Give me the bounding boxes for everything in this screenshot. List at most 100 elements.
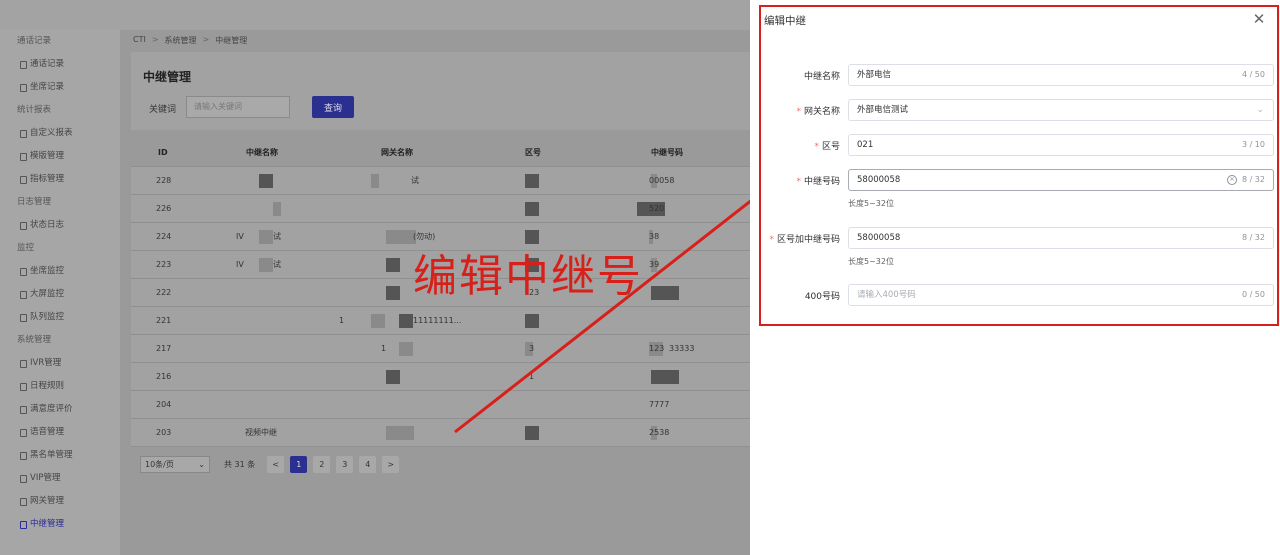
drawer-title: 编辑中继 bbox=[764, 15, 806, 27]
cell-id: 204 bbox=[156, 400, 172, 409]
sidebar-item[interactable]: 满意度评价 bbox=[0, 398, 120, 421]
table-row[interactable]: 216 1 bbox=[131, 363, 750, 391]
document-icon bbox=[20, 83, 27, 92]
query-button[interactable]: 查询 bbox=[312, 96, 354, 118]
sidebar-item[interactable]: VIP管理 bbox=[0, 467, 120, 490]
sidebar-item[interactable]: 模版管理 bbox=[0, 145, 120, 168]
prev-page-button[interactable]: < bbox=[267, 456, 285, 473]
document-icon bbox=[20, 60, 27, 69]
cell-area: 3 bbox=[529, 344, 535, 353]
sidebar-item[interactable]: 中继管理 bbox=[0, 513, 120, 536]
cell-number: 39 bbox=[649, 260, 660, 269]
redacted-block bbox=[371, 314, 385, 328]
text-input[interactable]: 请输入400号码 0 / 50 bbox=[848, 284, 1274, 306]
sidebar-item[interactable]: 大屏监控 bbox=[0, 283, 120, 306]
document-icon bbox=[20, 405, 27, 414]
redacted-block bbox=[371, 174, 379, 188]
sidebar-item[interactable]: 队列监控 bbox=[0, 306, 120, 329]
page-number-button[interactable]: 3 bbox=[336, 456, 354, 473]
cell-number: 123 bbox=[649, 344, 665, 353]
keyword-input[interactable]: 请输入关键词 bbox=[186, 96, 290, 118]
field-value: 58000058 bbox=[857, 175, 901, 185]
sidebar-item[interactable]: 自定义报表 bbox=[0, 122, 120, 145]
breadcrumb-item[interactable]: CTI bbox=[133, 35, 146, 46]
sidebar-item[interactable]: IVR管理 bbox=[0, 352, 120, 375]
sidebar-item[interactable]: 日程规则 bbox=[0, 375, 120, 398]
table-row[interactable]: 203 视频中继 2538 bbox=[131, 419, 750, 447]
field-label: * 区号加中继号码 bbox=[769, 232, 840, 245]
cell-gateway: 11111111... bbox=[413, 316, 462, 325]
page-size-select[interactable]: 10条/页 ⌄ bbox=[140, 456, 210, 473]
document-icon bbox=[20, 129, 27, 138]
text-input[interactable]: 021 3 / 10 bbox=[848, 134, 1274, 156]
document-icon bbox=[20, 359, 27, 368]
document-icon bbox=[20, 474, 27, 483]
char-count: 3 / 10 bbox=[1241, 140, 1265, 149]
cell-number: 520 bbox=[649, 204, 665, 213]
cell-id: 224 bbox=[156, 232, 172, 241]
form-row: * 中继号码 58000058 8 / 32 ✕ 长度5~32位 bbox=[750, 169, 1280, 208]
redacted-block bbox=[525, 174, 539, 188]
text-input[interactable]: 外部电信 4 / 50 bbox=[848, 64, 1274, 86]
page-number-button[interactable]: 2 bbox=[313, 456, 331, 473]
field-label-text: 网关名称 bbox=[803, 107, 840, 117]
redacted-block bbox=[386, 230, 416, 244]
breadcrumb-separator: > bbox=[202, 35, 210, 44]
redacted-block bbox=[386, 286, 400, 300]
cell-id: 221 bbox=[156, 316, 172, 325]
table-row[interactable]: 204 7777 bbox=[131, 391, 750, 419]
sidebar-item[interactable]: 状态日志 bbox=[0, 214, 120, 237]
cell-number: 38 bbox=[649, 232, 660, 241]
redacted-block bbox=[525, 202, 539, 216]
cell-id: 216 bbox=[156, 372, 172, 381]
sidebar-group-label: 日志管理 bbox=[17, 197, 52, 207]
sidebar-item[interactable]: 通话记录 bbox=[0, 53, 120, 76]
next-page-button[interactable]: > bbox=[382, 456, 400, 473]
sidebar-item[interactable]: 指标管理 bbox=[0, 168, 120, 191]
page-number-button[interactable]: 4 bbox=[359, 456, 377, 473]
cell-trunk2: 试 bbox=[273, 232, 281, 241]
field-value: 58000058 bbox=[857, 233, 901, 243]
redacted-block bbox=[651, 286, 679, 300]
document-icon bbox=[20, 428, 27, 437]
table-row[interactable]: 226 520 bbox=[131, 195, 750, 223]
page-number-button[interactable]: 1 bbox=[290, 456, 308, 473]
breadcrumb-item[interactable]: 系统管理 bbox=[165, 35, 197, 46]
sidebar-item[interactable]: 坐席监控 bbox=[0, 260, 120, 283]
redacted-block bbox=[651, 370, 679, 384]
sidebar-item[interactable]: 网关管理 bbox=[0, 490, 120, 513]
document-icon bbox=[20, 175, 27, 184]
redacted-block bbox=[386, 426, 414, 440]
document-icon bbox=[20, 221, 27, 230]
sidebar-item[interactable]: 语音管理 bbox=[0, 421, 120, 444]
sidebar-item[interactable]: 坐席记录 bbox=[0, 76, 120, 99]
document-icon bbox=[20, 497, 27, 506]
total-count: 共 31 条 bbox=[224, 460, 256, 469]
redacted-block bbox=[399, 314, 413, 328]
text-input[interactable]: 58000058 8 / 32 bbox=[848, 227, 1274, 249]
field-hint: 长度5~32位 bbox=[848, 199, 894, 208]
form-row: 400号码 请输入400号码 0 / 50 bbox=[750, 284, 1280, 306]
sidebar-item-label: 日程规则 bbox=[30, 381, 65, 391]
sidebar-item[interactable]: 黑名单管理 bbox=[0, 444, 120, 467]
form-row: 中继名称 外部电信 4 / 50 bbox=[750, 64, 1280, 86]
field-label-text: 中继号码 bbox=[803, 177, 840, 187]
table-row[interactable]: 221 1 11111111... bbox=[131, 307, 750, 335]
table-row[interactable]: 228 试 00058 bbox=[131, 167, 750, 195]
field-label: 中继名称 bbox=[804, 69, 840, 82]
text-input[interactable]: 58000058 8 / 32 ✕ bbox=[848, 169, 1274, 191]
document-icon bbox=[20, 290, 27, 299]
document-icon bbox=[20, 152, 27, 161]
column-header-id: ID bbox=[158, 148, 168, 157]
table-row[interactable]: 217 1 3 123 33333 bbox=[131, 335, 750, 363]
gateway-select[interactable]: 外部电信测试 ⌄ bbox=[848, 99, 1274, 121]
cell-number2: 33333 bbox=[669, 344, 695, 353]
field-value: 外部电信测试 bbox=[857, 105, 909, 115]
sidebar-item-label: 模版管理 bbox=[30, 151, 65, 161]
close-icon[interactable]: ✕ bbox=[1250, 10, 1268, 28]
redacted-block bbox=[386, 258, 400, 272]
field-label: 400号码 bbox=[805, 289, 840, 302]
cell-trunk: IV bbox=[236, 232, 244, 241]
clear-icon[interactable]: ✕ bbox=[1227, 175, 1237, 185]
cell-number: 00058 bbox=[649, 176, 675, 185]
